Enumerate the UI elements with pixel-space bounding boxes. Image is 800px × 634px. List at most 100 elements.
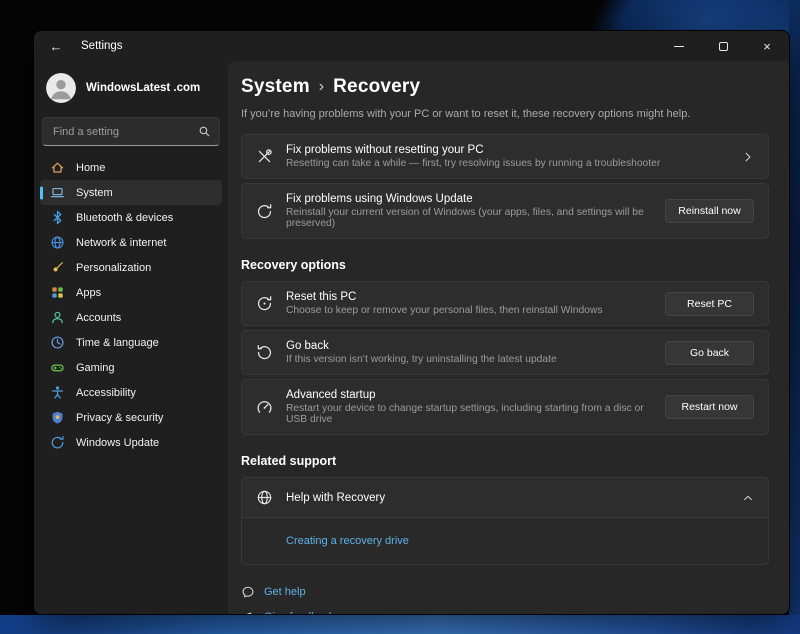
sidebar-item-label: Personalization [76,262,151,274]
user-profile[interactable]: WindowsLatest .com [40,65,222,113]
wallpaper-bottom-band [0,615,800,634]
give-feedback-row: Give feedback [241,610,769,615]
settings-window: ← Settings × WindowsLatest .com [33,30,790,615]
card-subtitle: Restart your device to change startup se… [286,403,652,425]
help-card-body: Creating a recovery drive [242,517,768,564]
card-subtitle: If this version isn’t working, try unins… [286,354,652,365]
sidebar-item-label: Network & internet [76,237,166,249]
startup-gauge-icon [256,399,273,416]
help-globe-icon [256,489,273,506]
wallpaper-edge [789,0,800,634]
chevron-right-icon [742,151,754,163]
sidebar-item-label: System [76,187,113,199]
card-reset-this-pc: Reset this PC Choose to keep or remove y… [241,281,769,326]
sidebar-item-bluetooth-devices[interactable]: Bluetooth & devices [40,205,222,230]
desktop: ← Settings × WindowsLatest .com [0,0,800,634]
user-name: WindowsLatest .com [86,82,200,94]
search-box [42,117,220,146]
sidebar-item-personalization[interactable]: Personalization [40,255,222,280]
bluetooth-icon [50,210,65,225]
clock-icon [50,335,65,350]
chat-bubble-icon [241,585,255,599]
get-help-link[interactable]: Get help [264,586,306,598]
shield-icon [50,410,65,425]
content-pane: System › Recovery If you’re having probl… [228,61,789,614]
window-title: Settings [81,40,123,52]
reset-arrow-icon [256,295,273,312]
sidebar-item-accounts[interactable]: Accounts [40,305,222,330]
breadcrumb: System › Recovery [241,76,769,98]
sidebar-item-home[interactable]: Home [40,155,222,180]
titlebar: ← Settings × [34,31,789,61]
home-icon [50,160,65,175]
sidebar: WindowsLatest .com Home System [34,61,228,614]
card-text: Fix problems using Windows Update Reinst… [286,191,652,231]
sidebar-item-network-internet[interactable]: Network & internet [40,230,222,255]
sidebar-item-label: Apps [76,287,101,299]
update-arrows-icon [50,435,65,450]
sidebar-item-accessibility[interactable]: Accessibility [40,380,222,405]
sidebar-item-label: Time & language [76,337,159,349]
maximize-button[interactable] [701,31,745,61]
help-card: Help with Recovery Creating a recovery d… [241,477,769,565]
megaphone-icon [241,610,255,615]
restart-now-button[interactable]: Restart now [665,395,754,419]
history-back-icon [256,344,273,361]
card-title: Fix problems without resetting your PC [286,144,729,156]
help-card-title: Help with Recovery [286,492,729,504]
sidebar-item-label: Bluetooth & devices [76,212,173,224]
close-button[interactable]: × [745,31,789,61]
card-fix-problems-without-resetting[interactable]: Fix problems without resetting your PC R… [241,134,769,179]
creating-recovery-drive-link[interactable]: Creating a recovery drive [286,535,409,547]
card-text: Reset this PC Choose to keep or remove y… [286,289,652,318]
section-recovery-options: Recovery options [241,258,769,272]
recovery-cards: Reset this PC Choose to keep or remove y… [241,281,769,435]
card-go-back: Go back If this version isn’t working, t… [241,330,769,375]
card-subtitle: Reinstall your current version of Window… [286,207,652,229]
card-subtitle: Choose to keep or remove your personal f… [286,305,652,316]
system-icon [50,185,65,200]
sidebar-item-apps[interactable]: Apps [40,280,222,305]
card-title: Fix problems using Windows Update [286,193,652,205]
card-title: Go back [286,340,652,352]
sidebar-item-label: Accessibility [76,387,136,399]
footer-links: Get help Give feedback [241,585,769,615]
minimize-button[interactable] [657,31,701,61]
reset-pc-button[interactable]: Reset PC [665,292,754,316]
maximize-icon [719,42,728,51]
sync-arrows-icon [256,203,273,220]
sidebar-item-label: Gaming [76,362,115,374]
card-title: Advanced startup [286,389,652,401]
get-help-row: Get help [241,585,769,599]
sidebar-item-time-language[interactable]: Time & language [40,330,222,355]
globe-icon [50,235,65,250]
sidebar-item-system[interactable]: System [40,180,222,205]
sidebar-item-label: Home [76,162,105,174]
sidebar-item-privacy-security[interactable]: Privacy & security [40,405,222,430]
sidebar-item-windows-update[interactable]: Windows Update [40,430,222,455]
card-text: Fix problems without resetting your PC R… [286,142,729,171]
avatar [46,73,76,103]
search-input[interactable] [53,126,198,138]
section-related-support: Related support [241,454,769,468]
top-cards: Fix problems without resetting your PC R… [241,134,769,239]
card-text: Go back If this version isn’t working, t… [286,338,652,367]
reinstall-now-button[interactable]: Reinstall now [665,199,754,223]
back-icon: ← [50,39,63,54]
card-advanced-startup: Advanced startup Restart your device to … [241,379,769,435]
minimize-icon [674,46,684,47]
person-icon [50,310,65,325]
sidebar-item-label: Accounts [76,312,121,324]
help-with-recovery-toggle[interactable]: Help with Recovery [242,478,768,517]
apps-grid-icon [50,285,65,300]
sidebar-item-gaming[interactable]: Gaming [40,355,222,380]
card-fix-problems-windows-update: Fix problems using Windows Update Reinst… [241,183,769,239]
card-subtitle: Resetting can take a while — first, try … [286,158,729,169]
give-feedback-link[interactable]: Give feedback [264,611,334,615]
card-title: Reset this PC [286,291,652,303]
breadcrumb-system[interactable]: System [241,76,310,98]
back-button[interactable]: ← [39,33,73,59]
close-icon: × [763,39,771,54]
sidebar-item-label: Windows Update [76,437,159,449]
go-back-button[interactable]: Go back [665,341,754,365]
